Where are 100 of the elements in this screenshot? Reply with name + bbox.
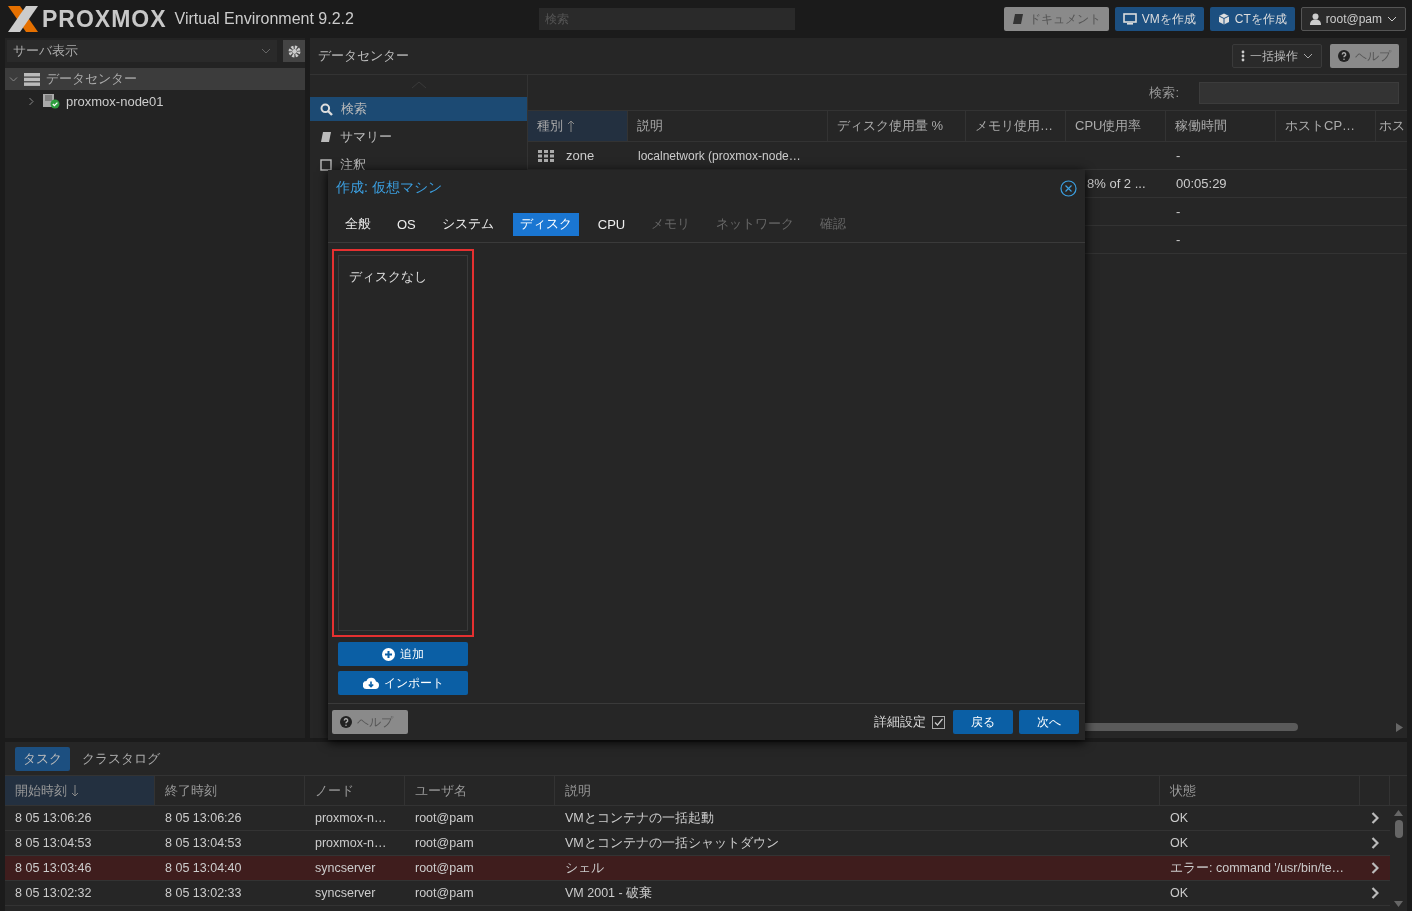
column-header[interactable]: 説明 — [555, 776, 1160, 805]
search-label: 検索: — [1149, 83, 1179, 102]
column-header[interactable]: メモリ使用… — [966, 111, 1066, 141]
scrollbar-thumb[interactable] — [1394, 820, 1403, 838]
column-header[interactable]: ディスク使用量 % — [828, 111, 966, 141]
toolbar-button[interactable]: 一括操作 — [1232, 44, 1322, 68]
server-online-icon — [42, 93, 60, 109]
table-cell-text: 8 05 13:03:46 — [14, 861, 93, 875]
settings-button[interactable] — [283, 40, 305, 62]
server-rack-icon — [24, 72, 40, 86]
close-icon[interactable] — [1060, 179, 1077, 197]
column-header[interactable]: CPU使用率 — [1066, 111, 1166, 141]
cloud-download-icon — [362, 677, 379, 689]
logo-icon — [6, 4, 40, 34]
table-cell-text: VM 2001 - 破棄 — [564, 884, 654, 902]
book-icon — [320, 131, 332, 143]
disk-list[interactable]: ディスクなし — [332, 249, 474, 637]
grid-icon — [538, 149, 554, 162]
user-menu-button[interactable]: root@pam — [1300, 7, 1406, 31]
plus-circle-icon — [382, 647, 395, 661]
task-row[interactable]: 8 05 13:03:46 8 05 13:04:40 syncserver root@pam シェル エラー: command '/usr/bin/te… — [5, 856, 1390, 881]
table-cell-text: syncserver — [314, 886, 377, 900]
note-icon — [320, 159, 332, 171]
scroll-down-icon[interactable] — [1394, 901, 1403, 907]
task-row[interactable]: 8 05 13:06:26 8 05 13:06:26 proxmox-n… root@pam VMとコンテナの一括起動 OK — [5, 806, 1390, 831]
task-row[interactable]: 8 05 13:02:32 8 05 13:02:33 syncserver root@pam VM 2001 - 破棄 OK — [5, 881, 1390, 906]
column-header[interactable]: ノード — [305, 776, 405, 805]
table-cell-text: 8 05 13:06:26 — [14, 811, 93, 825]
header-button[interactable]: VMを作成 — [1114, 7, 1204, 31]
table-cell: zone — [538, 148, 595, 163]
table-cell: - — [1176, 232, 1181, 247]
monitor-icon — [1122, 13, 1137, 25]
wizard-tab[interactable]: システム — [434, 212, 501, 236]
book-icon — [1011, 13, 1024, 25]
chevron-right-icon[interactable] — [1371, 862, 1379, 874]
more-vertical-icon — [1241, 50, 1245, 62]
empty-message: ディスクなし — [349, 269, 427, 284]
table-cell-text: 8 05 13:06:26 — [164, 811, 243, 825]
nav-item[interactable]: 注釈 — [310, 153, 527, 177]
back-button[interactable]: 戻る — [953, 710, 1013, 734]
dialog-title: 作成: 仮想マシン — [336, 179, 442, 197]
table-cell-text: 8 05 13:04:53 — [14, 836, 93, 850]
column-header[interactable]: 稼働時間 — [1166, 111, 1276, 141]
table-cell-text: エラー: command '/usr/bin/te… — [1169, 859, 1346, 877]
column-header[interactable]: 状態 — [1160, 776, 1360, 805]
table-cell-text: root@pam — [414, 886, 475, 900]
tree-item[interactable]: データセンター — [5, 68, 305, 90]
table-cell-text: proxmox-n… — [314, 836, 388, 850]
column-header[interactable]: 終了時刻 — [155, 776, 305, 805]
table-cell-text: VMとコンテナの一括起動 — [564, 809, 715, 827]
cube-icon — [1217, 13, 1230, 25]
table-cell-text: root@pam — [414, 836, 475, 850]
table-cell-text: OK — [1169, 836, 1190, 850]
column-header[interactable]: ホストCP… — [1276, 111, 1376, 141]
wizard-tab[interactable]: OS — [390, 212, 423, 236]
table-cell-text: シェル — [564, 859, 605, 877]
table-cell-text: root@pam — [414, 811, 475, 825]
column-header[interactable]: ユーザ名 — [405, 776, 555, 805]
wizard-tab[interactable]: 全般 — [338, 212, 378, 236]
user-icon — [1309, 13, 1321, 25]
logo-text: PROXMOX — [42, 5, 167, 33]
table-cell: 8% of 2 ... — [1087, 176, 1146, 191]
chevron-right-icon[interactable] — [1371, 837, 1379, 849]
table-cell-text: 8 05 13:02:32 — [14, 886, 93, 900]
table-cell-text: OK — [1169, 886, 1190, 900]
scroll-up-icon[interactable] — [1394, 810, 1403, 816]
column-header[interactable]: 開始時刻 — [5, 776, 155, 805]
checkbox[interactable] — [932, 715, 945, 729]
table-cell-text: syncserver — [314, 861, 377, 875]
table-cell: - — [1176, 204, 1181, 219]
table-cell-text: 8 05 13:04:53 — [164, 836, 243, 850]
panel-title: データセンター — [318, 47, 409, 65]
table-cell-text: VMとコンテナの一括シャットダウン — [564, 834, 780, 852]
table-cell-text: 8 05 13:02:33 — [164, 886, 243, 900]
chevron-right-icon[interactable] — [1371, 812, 1379, 824]
column-header[interactable]: 説明 — [628, 111, 828, 141]
nav-item[interactable]: サマリー — [310, 125, 527, 149]
table-cell-text: 8 05 13:04:40 — [164, 861, 243, 875]
next-button[interactable]: 次へ — [1019, 710, 1079, 734]
advanced-label: 詳細設定 — [874, 713, 926, 731]
nav-item[interactable]: 検索 — [310, 97, 527, 121]
chevron-right-icon[interactable] — [1371, 887, 1379, 899]
caret-icon — [1303, 53, 1313, 59]
product-title: Virtual Environment 9.2.2 — [174, 10, 354, 28]
column-header[interactable]: 種別 — [528, 111, 628, 141]
tab[interactable]: クラスタログ — [74, 747, 168, 771]
disk-action-button[interactable]: 追加 — [338, 642, 468, 666]
caret-icon — [1387, 16, 1397, 22]
column-header[interactable]: ホス — [1376, 111, 1407, 141]
table-cell: - — [1176, 148, 1181, 163]
view-dropdown[interactable]: サーバ表示 — [7, 40, 277, 62]
header-button[interactable]: CTを作成 — [1209, 7, 1295, 31]
tab[interactable]: タスク — [15, 747, 70, 771]
wizard-tab[interactable]: CPU — [590, 212, 633, 236]
disk-action-button[interactable]: インポート — [338, 671, 468, 695]
table-cell: 00:05:29 — [1176, 176, 1227, 191]
settings-icon — [287, 44, 301, 58]
tree-item[interactable]: proxmox-node01 — [5, 90, 305, 112]
scroll-right-icon[interactable] — [1396, 722, 1403, 732]
wizard-tab[interactable]: ディスク — [512, 212, 579, 236]
